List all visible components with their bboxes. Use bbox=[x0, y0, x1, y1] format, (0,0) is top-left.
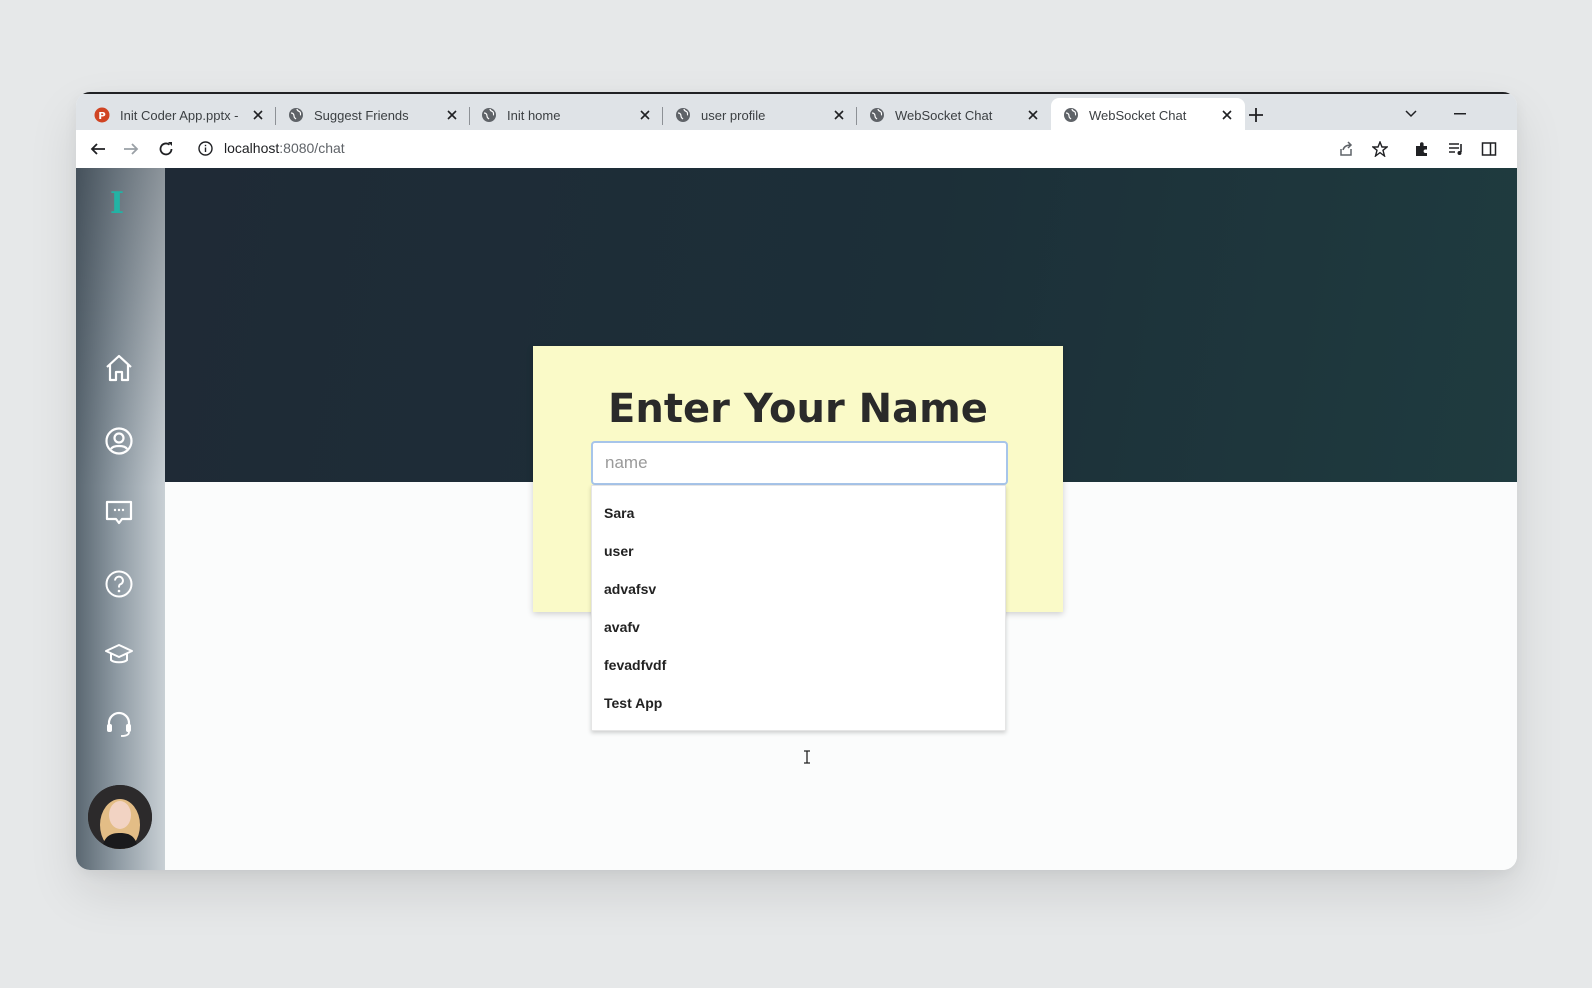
suggestion-item[interactable]: avafv bbox=[604, 619, 640, 635]
suggestion-item[interactable]: fevadfvdf bbox=[604, 657, 666, 673]
globe-icon bbox=[481, 107, 497, 123]
sidebar: I bbox=[76, 168, 165, 870]
user-avatar[interactable] bbox=[88, 785, 152, 849]
bookmark-star-icon[interactable] bbox=[1367, 137, 1393, 161]
tab-title: user profile bbox=[701, 107, 766, 123]
suggestion-item[interactable]: Sara bbox=[604, 505, 634, 521]
tab-websocket-chat-active[interactable]: WebSocket Chat bbox=[1051, 98, 1245, 132]
suggestion-item[interactable]: Test App bbox=[604, 695, 662, 711]
close-icon[interactable] bbox=[1219, 107, 1235, 123]
tab-title: WebSocket Chat bbox=[1089, 107, 1187, 123]
side-panel-icon[interactable] bbox=[1476, 137, 1502, 161]
tab-strip: P Init Coder App.pptx - Suggest Friends … bbox=[76, 92, 1517, 132]
name-input[interactable] bbox=[591, 441, 1008, 485]
globe-icon bbox=[1063, 107, 1079, 123]
extensions-puzzle-icon[interactable] bbox=[1409, 137, 1435, 161]
tab-websocket-chat[interactable]: WebSocket Chat bbox=[857, 98, 1051, 132]
tab-search-chevron-icon[interactable] bbox=[1398, 102, 1424, 126]
site-info-icon[interactable] bbox=[198, 141, 213, 161]
new-tab-button[interactable] bbox=[1243, 102, 1269, 128]
tab-init-coder-app[interactable]: P Init Coder App.pptx - bbox=[82, 98, 276, 132]
text-cursor-icon bbox=[803, 750, 811, 769]
chat-page: I Enter Your Name name Sara user advafsv… bbox=[76, 168, 1517, 870]
powerpoint-icon: P bbox=[94, 107, 110, 123]
globe-icon bbox=[288, 107, 304, 123]
url-path: :8080/chat bbox=[279, 140, 345, 156]
forward-icon[interactable] bbox=[118, 137, 144, 161]
chat-icon[interactable] bbox=[103, 496, 135, 528]
help-icon[interactable] bbox=[103, 568, 135, 600]
reload-icon[interactable] bbox=[153, 137, 179, 161]
tab-title: Init Coder App.pptx - bbox=[120, 107, 239, 123]
close-icon[interactable] bbox=[444, 107, 460, 123]
home-icon[interactable] bbox=[103, 352, 135, 384]
address-bar[interactable]: localhost:8080/chat bbox=[224, 140, 345, 156]
tab-title: Suggest Friends bbox=[314, 107, 409, 123]
tab-user-profile[interactable]: user profile bbox=[663, 98, 857, 132]
close-icon[interactable] bbox=[637, 107, 653, 123]
user-circle-icon[interactable] bbox=[103, 425, 135, 457]
globe-icon bbox=[869, 107, 885, 123]
close-icon[interactable] bbox=[1025, 107, 1041, 123]
app-logo[interactable]: I bbox=[110, 186, 124, 221]
graduation-cap-icon[interactable] bbox=[103, 638, 135, 670]
url-host: localhost bbox=[224, 140, 280, 156]
suggestion-item[interactable]: user bbox=[604, 543, 634, 559]
suggestion-item[interactable]: advafsv bbox=[604, 581, 656, 597]
back-icon[interactable] bbox=[85, 137, 111, 161]
close-icon[interactable] bbox=[250, 107, 266, 123]
tab-init-home[interactable]: Init home bbox=[469, 98, 663, 132]
media-playlist-icon[interactable] bbox=[1443, 137, 1469, 161]
browser-window: P Init Coder App.pptx - Suggest Friends … bbox=[76, 92, 1517, 870]
tab-title: WebSocket Chat bbox=[895, 107, 993, 123]
minimize-icon[interactable] bbox=[1447, 102, 1473, 126]
autocomplete-dropdown: Sara user advafsv avafv fevadfvdf Test A… bbox=[591, 485, 1006, 731]
card-title: Enter Your Name bbox=[608, 386, 988, 432]
tab-title: Init home bbox=[507, 107, 561, 123]
share-icon[interactable] bbox=[1333, 137, 1359, 161]
tab-suggest-friends[interactable]: Suggest Friends bbox=[276, 98, 470, 132]
browser-toolbar: localhost:8080/chat bbox=[76, 130, 1517, 168]
svg-text:P: P bbox=[98, 111, 105, 122]
globe-icon bbox=[675, 107, 691, 123]
close-icon[interactable] bbox=[831, 107, 847, 123]
headset-icon[interactable] bbox=[103, 708, 135, 740]
